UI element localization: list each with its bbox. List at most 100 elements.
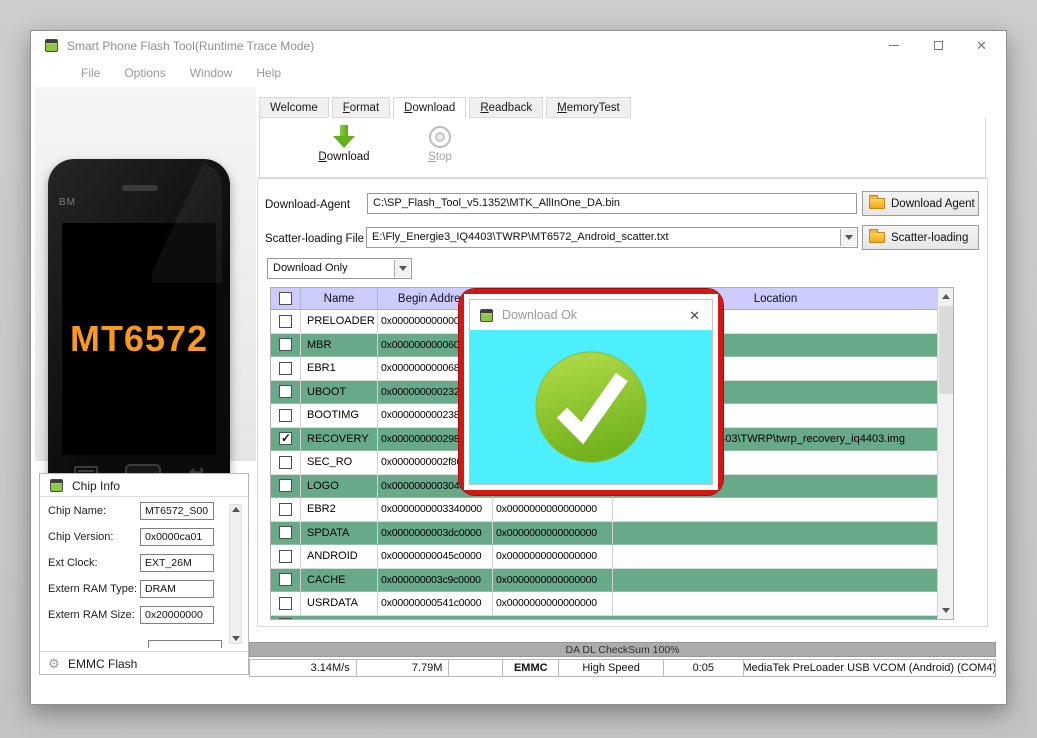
row-checkbox[interactable] [279, 314, 292, 328]
download-agent-input[interactable]: C:\SP_Flash_Tool_v5.1352\MTK_AllInOne_DA… [367, 193, 857, 214]
row-checkbox-cell[interactable] [271, 380, 301, 403]
scroll-down-icon[interactable] [232, 636, 240, 641]
phone-brand-label: BM [59, 197, 76, 208]
row-checkbox[interactable] [279, 455, 292, 469]
field-value: 0x0000ca01 [140, 528, 214, 546]
gear-icon: ⚙ [48, 656, 60, 671]
cell-name: SPDATA [301, 521, 378, 544]
chip-info-fields: Chip Name: MT6572_S00 Chip Version: 0x00… [40, 498, 248, 628]
folder-icon [869, 229, 885, 243]
app-icon [45, 39, 58, 52]
cell-location [613, 521, 939, 544]
download-arrow-icon [333, 125, 355, 149]
cell-end-address: 0x0000000000000000 [493, 592, 613, 615]
column-header-name[interactable]: Name [301, 288, 378, 309]
stop-button[interactable]: Stop [408, 123, 472, 173]
row-checkbox[interactable] [279, 549, 292, 563]
status-cell: MediaTek PreLoader USB VCOM (Android) (C… [743, 662, 995, 674]
select-all-checkbox[interactable] [279, 292, 292, 305]
scrollbar-thumb[interactable] [939, 306, 953, 394]
tab[interactable]: MemoryTest [546, 97, 631, 118]
row-checkbox[interactable] [279, 479, 292, 493]
cell-name: EBR2 [301, 498, 378, 521]
row-checkbox[interactable] [279, 596, 292, 610]
row-checkbox-cell[interactable] [271, 427, 301, 450]
row-checkbox[interactable] [279, 408, 292, 422]
menu-item[interactable]: Window [178, 66, 245, 80]
row-checkbox-cell[interactable] [271, 333, 301, 356]
chevron-down-icon [844, 235, 853, 240]
download-agent-browse-button[interactable]: Download Agent [862, 191, 979, 216]
download-button[interactable]: Download [298, 123, 390, 173]
row-checkbox-cell[interactable] [271, 568, 301, 591]
toolbar: Download Stop [259, 118, 986, 178]
tab[interactable]: Welcome [259, 97, 329, 118]
row-checkbox[interactable] [279, 338, 292, 352]
row-checkbox[interactable] [279, 361, 292, 375]
dialog-app-icon [480, 309, 493, 322]
menu-item[interactable]: Options [112, 66, 177, 80]
status-cell: 0:05 [664, 660, 744, 676]
tab[interactable]: Download [393, 97, 467, 119]
row-checkbox-cell[interactable] [271, 521, 301, 544]
row-checkbox-cell[interactable] [271, 357, 301, 380]
dialog-body [470, 330, 712, 484]
cell-name: MBR [301, 333, 378, 356]
scroll-down-icon[interactable] [942, 608, 950, 613]
cell-name: BOOTIMG [301, 404, 378, 427]
row-checkbox-cell[interactable] [271, 310, 301, 333]
dialog-close-icon[interactable]: ✕ [689, 308, 700, 324]
field-value: MT6572_S00 [140, 502, 214, 520]
row-checkbox[interactable] [279, 502, 292, 516]
combobox-dropdown-button[interactable] [394, 260, 410, 277]
scroll-up-icon[interactable] [232, 507, 240, 512]
row-checkbox[interactable] [279, 385, 292, 399]
field-value: DRAM [140, 580, 214, 598]
field-label: Ext Clock: [48, 557, 98, 569]
row-checkbox[interactable] [279, 526, 292, 540]
row-checkbox-cell[interactable] [271, 474, 301, 497]
scroll-up-icon[interactable] [942, 294, 950, 299]
chip-info-scrollbar[interactable] [229, 504, 242, 644]
row-checkbox-cell[interactable] [271, 592, 301, 615]
minimize-button[interactable] [871, 31, 916, 61]
window-title: Smart Phone Flash Tool(Runtime Trace Mod… [67, 39, 315, 53]
row-checkbox[interactable] [279, 573, 292, 587]
chip-info-field: Chip Version: 0x0000ca01 [40, 524, 248, 550]
cell-begin-address: 0x0000000003340000 [378, 498, 493, 521]
tab[interactable]: Format [331, 97, 391, 118]
close-button[interactable]: ✕ [959, 31, 1004, 61]
menu-item[interactable]: Help [244, 66, 293, 80]
phone-speaker [122, 185, 158, 191]
row-checkbox-cell[interactable] [271, 498, 301, 521]
table-scrollbar[interactable] [937, 288, 953, 619]
table-row[interactable]: CACHE 0x000000003c9c0000 0x0000000000000… [271, 568, 953, 592]
download-mode-value: Download Only [273, 262, 348, 274]
maximize-button[interactable] [916, 31, 961, 61]
row-checkbox-cell[interactable] [271, 545, 301, 568]
chevron-down-icon [398, 266, 407, 271]
cell-location [613, 568, 939, 591]
table-row[interactable]: SPDATA 0x0000000003dc0000 0x000000000000… [271, 521, 953, 545]
table-row[interactable]: ANDROID 0x00000000045c0000 0x00000000000… [271, 545, 953, 569]
table-row[interactable]: USRDATA 0x00000000541c0000 0x00000000000… [271, 592, 953, 616]
row-checkbox[interactable] [279, 431, 292, 446]
tab[interactable]: Readback [469, 97, 544, 118]
scatter-loading-button[interactable]: Scatter-loading [862, 225, 979, 250]
field-value: EXT_26M [140, 554, 214, 572]
menu-item[interactable]: File [69, 66, 112, 80]
table-row[interactable]: EBR2 0x0000000003340000 0x00000000000000… [271, 498, 953, 522]
progress-text: DA DL CheckSum 100% [565, 643, 680, 656]
scatter-file-combobox[interactable]: E:\Fly_Energie3_IQ4403\TWRP\MT6572_Andro… [366, 227, 858, 248]
row-checkbox-cell[interactable] [271, 404, 301, 427]
phone-photo-backdrop: BM MT6572 ↩ [35, 87, 256, 507]
chip-info-icon [50, 479, 63, 492]
download-agent-button-label: Download Agent [891, 197, 975, 210]
row-checkbox-cell[interactable] [271, 451, 301, 474]
field-label: Extern RAM Type: [48, 583, 138, 595]
download-mode-select[interactable]: Download Only [267, 258, 412, 279]
select-all-cell[interactable] [271, 288, 301, 309]
cell-location [613, 592, 939, 615]
combobox-dropdown-button[interactable] [840, 229, 856, 246]
status-cell [449, 660, 504, 676]
